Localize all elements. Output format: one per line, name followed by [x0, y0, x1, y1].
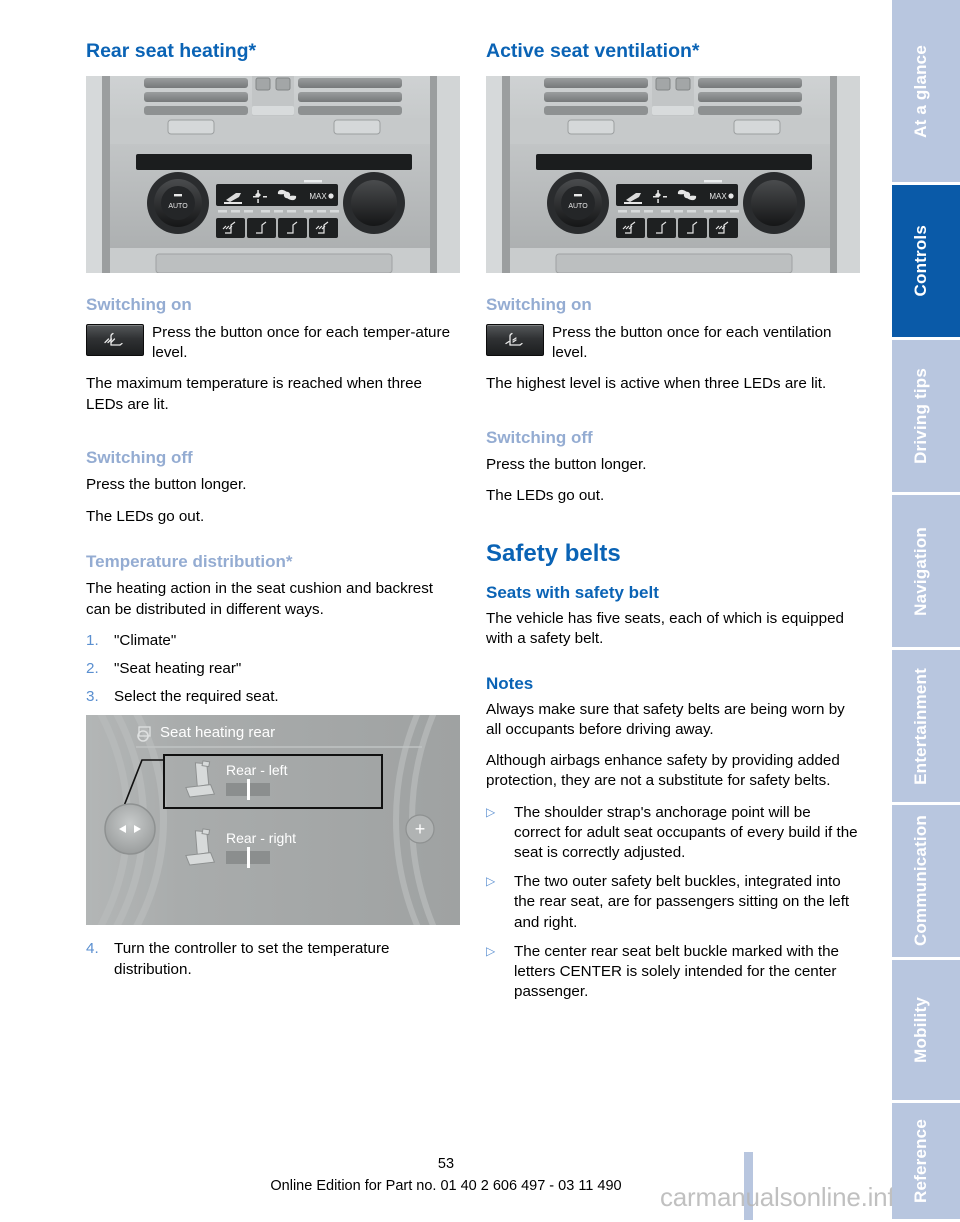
- switching-off-line2-left: The LEDs go out.: [86, 507, 205, 525]
- tab-label: Entertainment: [910, 667, 930, 785]
- sidebar-tab-at-a-glance[interactable]: At a glance: [892, 0, 960, 182]
- sidebar-tab-navigation[interactable]: Navigation: [892, 495, 960, 647]
- tab-label: Reference: [910, 1118, 930, 1203]
- tab-label: Mobility: [910, 997, 930, 1063]
- safety-belt-bullet-list: ▷ The shoulder strap's anchorage point w…: [486, 803, 860, 1003]
- svg-text:AUTO: AUTO: [568, 203, 588, 210]
- switching-on-heading-left: Switching on: [86, 295, 192, 315]
- list-item: 2. "Seat heating rear": [86, 659, 460, 679]
- idrive-row1-label-text: Rear - left: [226, 762, 288, 778]
- sidebar-tab-reference[interactable]: Reference: [892, 1103, 960, 1219]
- switching-off-heading-left: Switching off: [86, 447, 193, 467]
- tab-label: Navigation: [910, 526, 930, 616]
- svg-text:AUTO: AUTO: [168, 203, 188, 210]
- seat-heating-button-row: Press the button once for each temper-­a…: [86, 323, 460, 363]
- step-text: "Seat heating rear": [114, 660, 242, 678]
- sidebar-tab-communication[interactable]: Communication: [892, 805, 960, 957]
- tab-label: Communication: [910, 815, 930, 947]
- tab-label: At a glance: [910, 44, 930, 138]
- svg-text:MAX: MAX: [309, 192, 327, 201]
- idrive-seat-heating-screen: Seat heating rear Rear - left Rear - rig…: [86, 715, 460, 926]
- seat-ventilation-icon: [486, 323, 544, 356]
- list-item: ▷ The two outer safety belt buckles, int…: [486, 872, 860, 933]
- idrive-plus-symbol-text: +: [415, 819, 426, 839]
- triangle-bullet-icon: ▷: [486, 874, 496, 889]
- switching-off-line1-right: Press the button longer.: [486, 456, 647, 474]
- svg-text:MAX: MAX: [709, 192, 727, 201]
- rear-climate-control-photo-left: AUTO MAX: [86, 76, 460, 274]
- page-title-active-seat-ventilation: Active seat ventilation*: [486, 40, 700, 62]
- notes-heading: Notes: [486, 674, 534, 694]
- bullet-text: The two outer safety belt buckles, integ…: [514, 873, 850, 931]
- step-text: "Climate": [114, 631, 177, 649]
- manual-page: Rear seat heating* AUTO MAX Switching on…: [0, 0, 960, 1222]
- step-text: Turn the controller to set the temperatu…: [114, 940, 390, 978]
- step-text: Select the required seat.: [114, 688, 279, 706]
- list-item: 3. Select the required seat.: [86, 687, 460, 707]
- triangle-bullet-icon: ▷: [486, 804, 496, 819]
- temperature-distribution-intro: The heating action in the seat cushion a…: [86, 580, 434, 618]
- sidebar-tab-driving-tips[interactable]: Driving tips: [892, 340, 960, 492]
- note-paragraph-2: Although airbags enhance safety by provi…: [486, 752, 840, 790]
- rear-climate-control-photo-right: AUTO MAX: [486, 76, 860, 274]
- temperature-distribution-final-step: 4. Turn the controller to set the temper…: [86, 939, 460, 979]
- seat-heating-instruction: Press the button once for each temper-­a…: [152, 323, 451, 362]
- triangle-bullet-icon: ▷: [486, 943, 496, 958]
- tab-label: Driving tips: [910, 368, 930, 464]
- switching-off-line2-right: The LEDs go out.: [486, 487, 605, 505]
- list-item: 1. "Climate": [86, 631, 460, 651]
- seats-with-safety-belt-text: The vehicle has five seats, each of whic…: [486, 609, 844, 647]
- watermark-text: carmanualsonline.info: [660, 1182, 909, 1212]
- idrive-menu-title-text: Seat heating rear: [160, 724, 275, 741]
- idrive-row2-label-text: Rear - right: [226, 830, 296, 846]
- sidebar-tab-controls[interactable]: Controls: [892, 185, 960, 337]
- step-number: 3.: [86, 688, 99, 706]
- sidebar-tab-mobility[interactable]: Mobility: [892, 960, 960, 1100]
- switching-off-line1-left: Press the button longer.: [86, 476, 247, 494]
- list-item: 4. Turn the controller to set the temper…: [86, 939, 460, 979]
- seat-ventilation-button-row: Press the button once for each ventila­t…: [486, 323, 860, 363]
- left-column: Rear seat heating* AUTO MAX Switching on…: [86, 40, 460, 988]
- chapter-tab-rail: At a glance Controls Driving tips Naviga…: [892, 0, 960, 1222]
- bullet-text: The center rear seat belt buckle marked …: [514, 942, 840, 1001]
- section-title-safety-belts: Safety belts: [486, 539, 621, 567]
- right-column: Active seat ventilation* AUTO MAX Switch…: [486, 40, 860, 1012]
- temperature-distribution-heading: Temperature distribution*: [86, 551, 293, 571]
- bullet-text: The shoulder strap's anchorage point wil…: [514, 803, 858, 862]
- max-temp-paragraph: The maximum temperature is reached when …: [86, 375, 422, 413]
- switching-on-heading-right: Switching on: [486, 295, 592, 315]
- list-item: ▷ The shoulder strap's anchorage point w…: [486, 803, 860, 864]
- page-title-rear-seat-heating: Rear seat heating*: [86, 40, 257, 62]
- step-number: 1.: [86, 631, 99, 649]
- note-paragraph-1: Always make sure that safety belts are b…: [486, 700, 845, 738]
- seats-with-safety-belt-heading: Seats with safety belt: [486, 583, 659, 603]
- seat-heating-icon: [86, 323, 144, 356]
- switching-off-heading-right: Switching off: [486, 427, 593, 447]
- tab-label: Controls: [910, 225, 930, 297]
- sidebar-tab-entertainment[interactable]: Entertainment: [892, 650, 960, 802]
- list-item: ▷ The center rear seat belt buckle marke…: [486, 942, 860, 1003]
- page-number: 53: [437, 1156, 455, 1172]
- highest-level-paragraph: The highest level is active when three L…: [486, 375, 827, 393]
- temperature-distribution-steps: 1. "Climate" 2. "Seat heating rear" 3. S…: [86, 631, 460, 708]
- step-number: 2.: [86, 660, 99, 678]
- seat-ventilation-instruction: Press the button once for each ventila­t…: [552, 323, 832, 362]
- step-number: 4.: [86, 940, 99, 958]
